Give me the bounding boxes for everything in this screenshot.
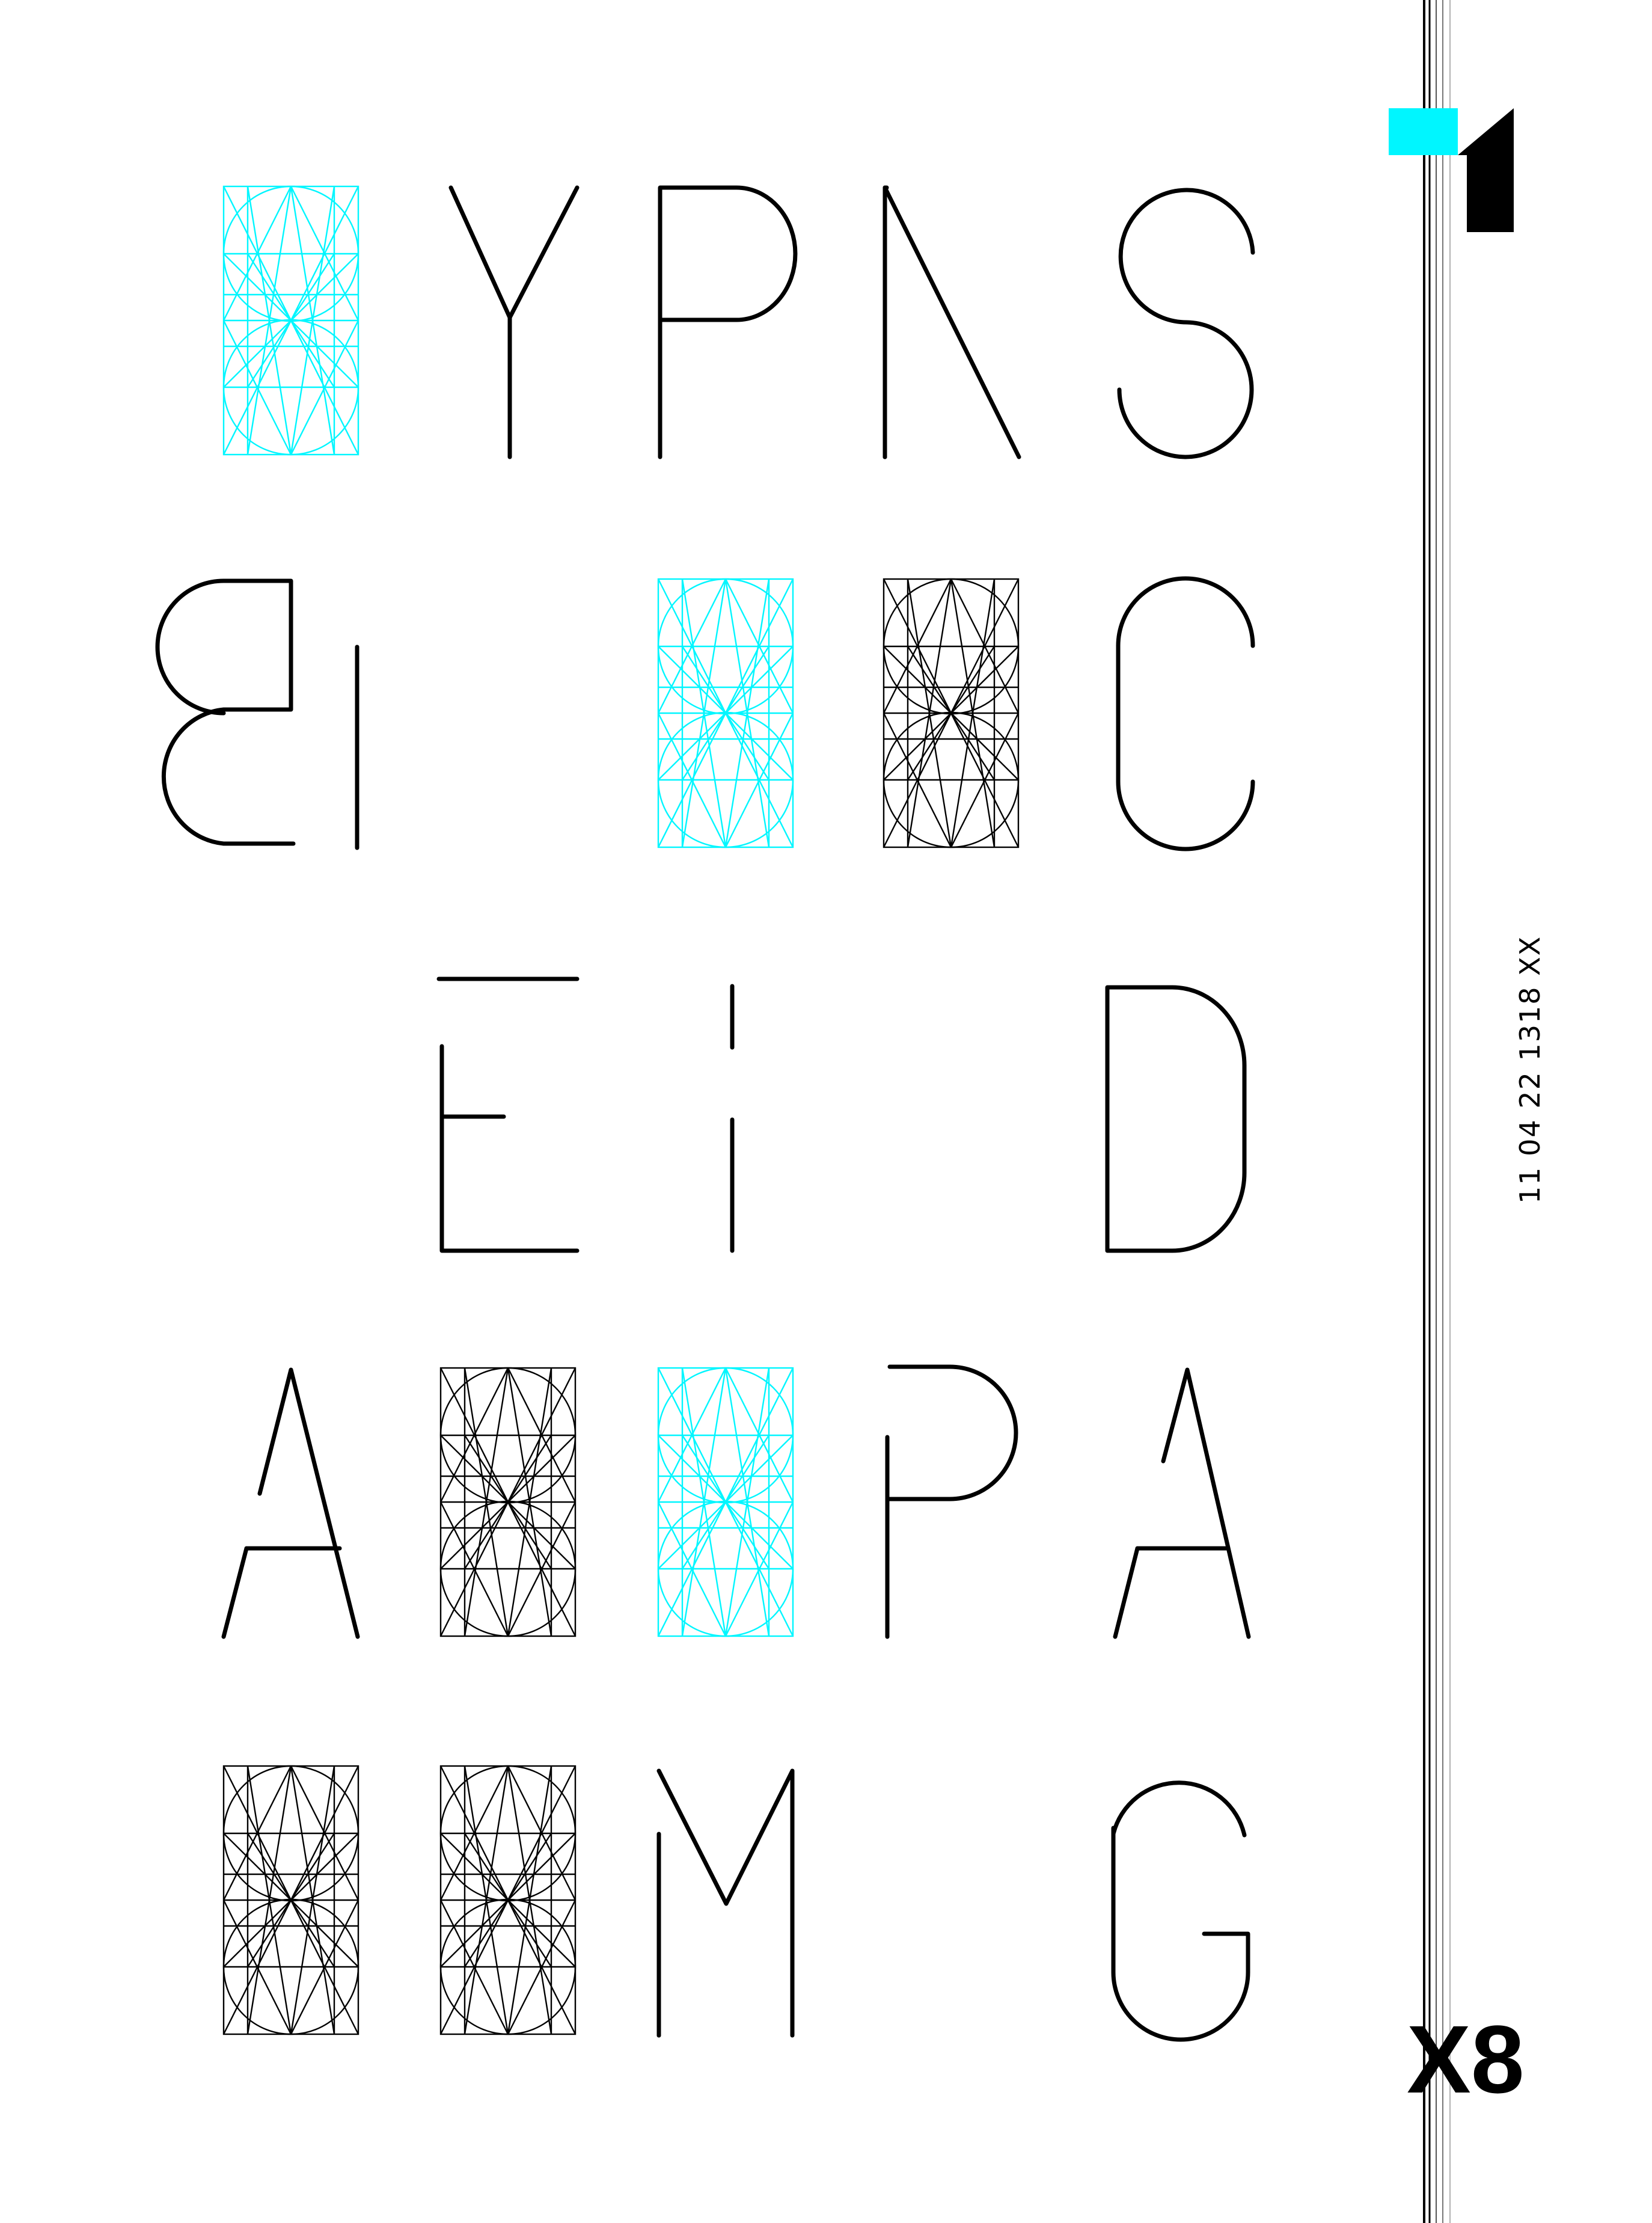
grid-glyph-1 <box>222 185 359 456</box>
letter-B <box>155 578 359 850</box>
badge-x8: X8 <box>1407 2005 1525 2113</box>
letter-E <box>436 977 580 1253</box>
letter-D <box>1105 985 1247 1253</box>
poster-artwork <box>155 0 1514 2223</box>
side-code-text: 11 04 22 1318 XX <box>1514 935 1546 1204</box>
grid-glyph-5 <box>657 1367 794 1637</box>
grid-glyph-7 <box>439 1765 577 2035</box>
letter-A <box>221 1367 360 1639</box>
letter-M <box>656 1768 795 2038</box>
letter-A2 <box>1113 1367 1251 1639</box>
letter-N <box>883 185 1021 459</box>
letter-C <box>1116 576 1255 851</box>
letter-Y <box>448 185 580 459</box>
corner-marker <box>1389 108 1514 232</box>
poster: 11 04 22 1318 XX X8 <box>0 0 1652 2223</box>
letterforms <box>155 185 1255 2042</box>
edge-rules <box>1423 0 1451 2223</box>
letter-S <box>1117 188 1255 459</box>
grid-glyph-6 <box>222 1765 359 2035</box>
letter-P2 <box>885 1364 1018 1639</box>
letter-G <box>1111 1780 1250 2042</box>
letter-P <box>658 185 798 459</box>
grid-glyph-2 <box>657 578 794 848</box>
grid-glyph-4 <box>439 1367 577 1637</box>
grid-glyph-3 <box>883 578 1020 848</box>
